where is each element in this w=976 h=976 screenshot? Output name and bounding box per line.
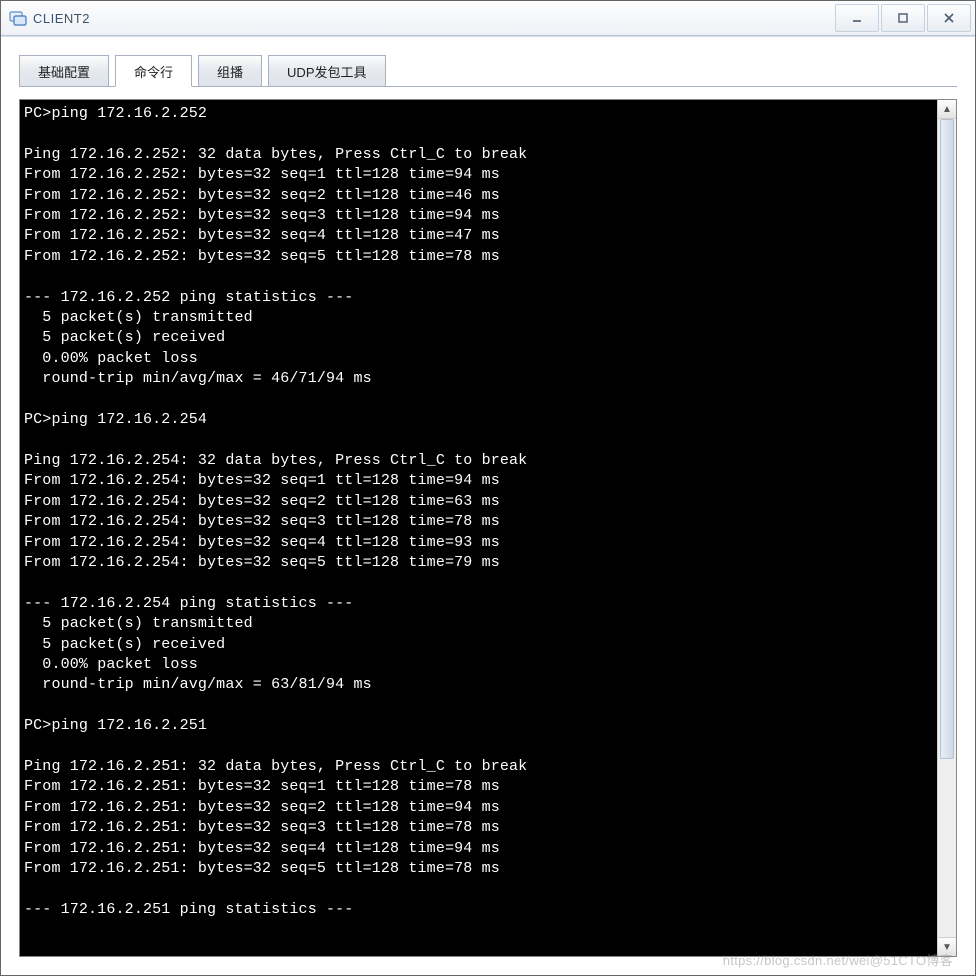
- titlebar: CLIENT2: [1, 1, 975, 36]
- window-controls: [833, 4, 971, 32]
- tab-label: UDP发包工具: [287, 62, 366, 81]
- scroll-down-arrow-icon[interactable]: ▼: [938, 937, 956, 956]
- tab-label: 基础配置: [38, 62, 90, 81]
- client-area: 基础配置 命令行 组播 UDP发包工具 PC>ping 172.16.2.252…: [1, 36, 975, 975]
- tab-multicast[interactable]: 组播: [198, 55, 262, 87]
- scroll-track[interactable]: [938, 119, 956, 937]
- maximize-button[interactable]: [881, 4, 925, 32]
- scroll-up-arrow-icon[interactable]: ▲: [938, 100, 956, 119]
- app-icon: [9, 9, 27, 27]
- vertical-scrollbar[interactable]: ▲ ▼: [937, 100, 956, 956]
- tab-command-line[interactable]: 命令行: [115, 55, 192, 87]
- tab-label: 命令行: [134, 62, 173, 81]
- scroll-thumb[interactable]: [940, 119, 954, 759]
- terminal-panel: PC>ping 172.16.2.252 Ping 172.16.2.252: …: [19, 99, 957, 957]
- tab-basic-config[interactable]: 基础配置: [19, 55, 109, 87]
- terminal-output[interactable]: PC>ping 172.16.2.252 Ping 172.16.2.252: …: [20, 100, 937, 956]
- app-window: CLIENT2 基础配置 命令行 组播 UDP发包工具: [1, 1, 975, 975]
- tabs-row: 基础配置 命令行 组播 UDP发包工具: [19, 55, 957, 87]
- window-title: CLIENT2: [33, 11, 833, 26]
- outer-border: CLIENT2 基础配置 命令行 组播 UDP发包工具: [0, 0, 976, 976]
- tab-udp-tool[interactable]: UDP发包工具: [268, 55, 385, 87]
- minimize-button[interactable]: [835, 4, 879, 32]
- close-button[interactable]: [927, 4, 971, 32]
- tab-label: 组播: [217, 62, 243, 81]
